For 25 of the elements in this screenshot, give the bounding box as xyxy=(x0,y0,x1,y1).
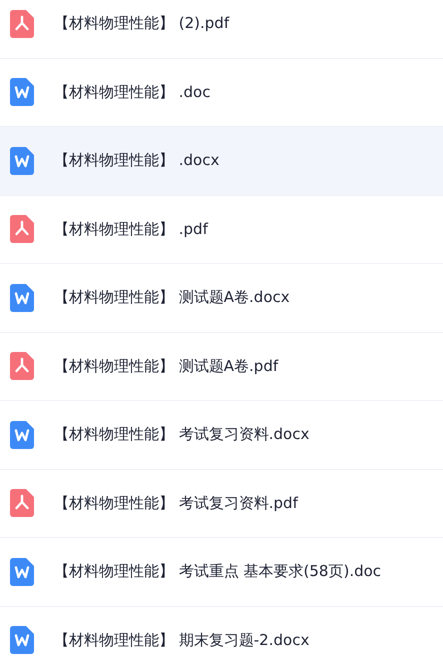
file-name: 【材料物理性能】 测试题A卷.docx xyxy=(54,288,290,308)
pdf-file-icon xyxy=(10,215,34,244)
word-file-icon xyxy=(10,626,34,654)
file-name: 【材料物理性能】 测试题A卷.pdf xyxy=(54,356,278,376)
file-name: 【材料物理性能】 期末复习题-2.docx xyxy=(54,630,310,650)
file-name: 【材料物理性能】 .docx xyxy=(54,151,220,170)
file-name: 【材料物理性能】 考试复习资料.pdf xyxy=(54,494,298,513)
file-name: 【材料物理性能】 (2).pdf xyxy=(54,14,230,34)
word-file-icon xyxy=(10,146,34,175)
word-file-icon xyxy=(10,420,34,449)
file-row[interactable]: 【材料物理性能】 .pdf xyxy=(0,196,443,264)
file-name: 【材料物理性能】 考试复习资料.docx xyxy=(54,425,310,444)
word-file-icon xyxy=(10,284,34,312)
file-row[interactable]: 【材料物理性能】 考试复习资料.pdf xyxy=(0,470,443,538)
pdf-file-icon xyxy=(10,489,34,518)
file-row[interactable]: 【材料物理性能】 测试题A卷.pdf xyxy=(0,332,443,401)
file-row[interactable]: 【材料物理性能】 .doc xyxy=(0,58,443,127)
pdf-file-icon xyxy=(10,352,34,380)
word-file-icon xyxy=(10,78,34,106)
word-file-icon xyxy=(10,558,34,586)
file-name: 【材料物理性能】 .doc xyxy=(54,82,210,102)
file-row[interactable]: 【材料物理性能】 .docx xyxy=(0,127,443,196)
pdf-file-icon xyxy=(10,10,34,38)
file-name: 【材料物理性能】 .pdf xyxy=(54,220,208,239)
file-name: 【材料物理性能】 考试重点 基本要求(58页).doc xyxy=(54,562,382,582)
